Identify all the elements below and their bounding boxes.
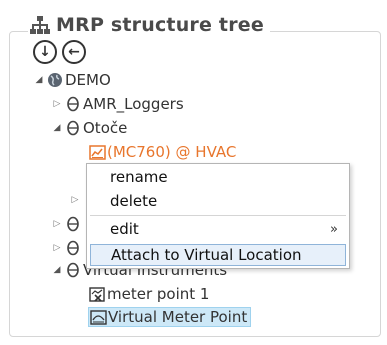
menu-item-label: edit [110,220,139,238]
menu-item-edit[interactable]: edit » [90,218,346,240]
menu-separator [90,215,346,216]
meter-chart-icon [88,143,106,161]
menu-item-rename[interactable]: rename [90,166,346,188]
submenu-arrow-icon: » [330,221,338,237]
tree-node-label: Otoče [83,119,128,137]
tree-node-hidden-1[interactable]: ▷ [50,214,83,234]
location-node-icon [64,215,82,233]
location-node-icon [64,261,82,279]
tree-node-label: AMR_Loggers [83,95,184,113]
context-menu: rename delete edit » Attach to Virtual L… [86,163,350,269]
tree-node-hidden-toggle[interactable]: ▷ [68,190,82,210]
globe-icon [46,71,64,89]
tree-node-label: Virtual Meter Point [108,308,248,326]
tree-node-otoce[interactable]: ◢ Otoče [50,118,128,138]
menu-item-delete[interactable]: delete [90,190,346,212]
collapse-toggle-icon[interactable]: ◢ [32,75,46,85]
tree-node-label: (MC760) @ HVAC [107,143,237,161]
tree-node-demo[interactable]: ◢ DEMO [32,70,111,90]
expand-toggle-icon[interactable]: ▷ [50,99,64,109]
collapse-toggle-icon[interactable]: ◢ [50,265,64,275]
location-node-icon [64,95,82,113]
selected-node-highlight[interactable]: Virtual Meter Point [88,307,252,327]
tree-node-label: meter point 1 [107,285,210,303]
menu-item-attach-to-virtual-location[interactable]: Attach to Virtual Location [90,244,346,266]
expand-toggle-icon[interactable]: ▷ [50,243,64,253]
menu-item-label: Attach to Virtual Location [111,246,302,264]
tree-node-label: DEMO [65,71,111,89]
virtual-meter-icon [89,308,107,326]
tree-node-mc760[interactable]: (MC760) @ HVAC [88,142,236,162]
arrow-down-circle-icon[interactable]: ↓ [33,40,57,64]
tree-node-virtual-meter-point[interactable]: Virtual Meter Point [88,307,252,327]
menu-item-label: rename [110,168,168,186]
panel-legend: MRP structure tree [28,14,270,36]
tree-node-hidden-2[interactable]: ▷ [50,238,83,258]
expand-toggle-icon[interactable]: ▷ [68,195,82,205]
tree-structure-icon [30,16,50,34]
location-node-icon [64,119,82,137]
tree-node-meter-point-1[interactable]: meter point 1 [88,284,209,304]
meter-delete-icon [88,285,106,303]
panel-title: MRP structure tree [56,14,264,36]
tree-node-amr-loggers[interactable]: ▷ AMR_Loggers [50,94,184,114]
location-node-icon [64,239,82,257]
collapse-toggle-icon[interactable]: ◢ [50,123,64,133]
expand-toggle-icon[interactable]: ▷ [50,219,64,229]
menu-item-label: delete [110,192,158,210]
arrow-left-circle-icon[interactable]: ← [62,40,86,64]
